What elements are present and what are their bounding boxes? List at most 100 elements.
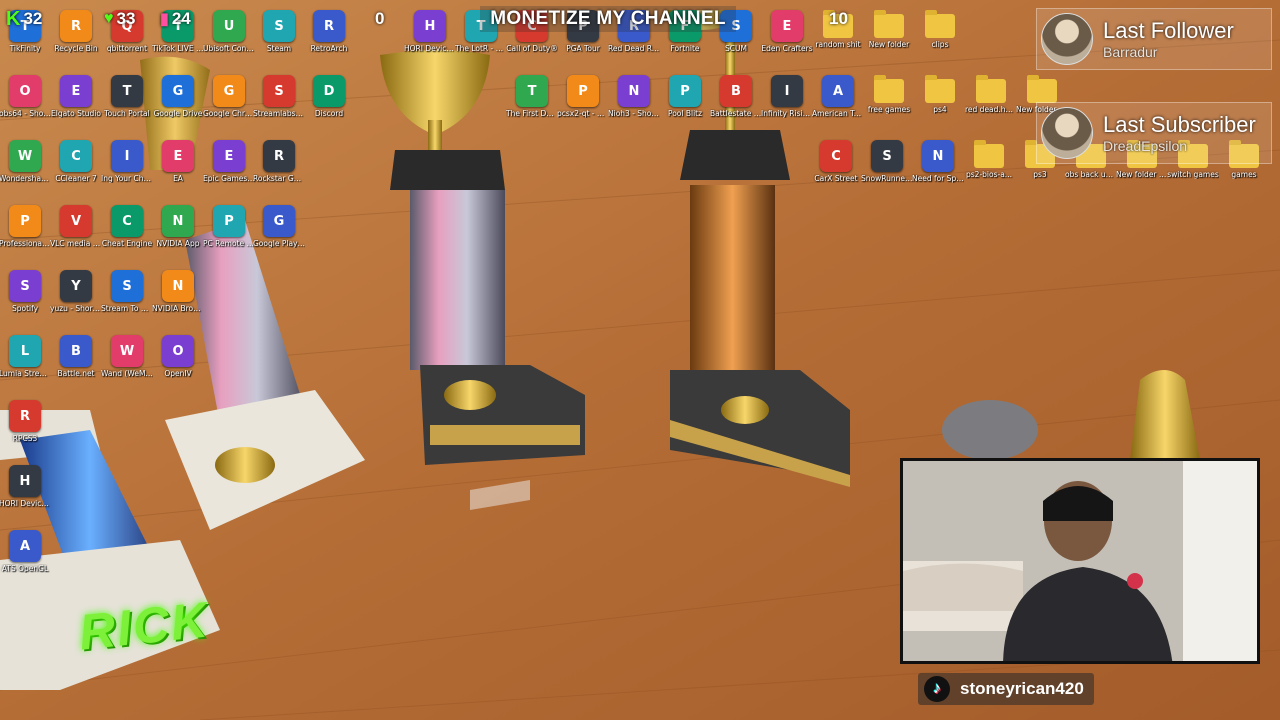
desktop-icon-label: Infinity Rising Launcher (761, 109, 813, 118)
desktop-icon-carx-street[interactable]: C CarX Street (810, 140, 862, 183)
desktop-icon-label: HORI Device Manager (0, 499, 51, 508)
desktop-icon-nvidia-broadcast[interactable]: N NVIDIA Broadcast (152, 270, 204, 313)
discord-icon: D (313, 75, 345, 107)
eden-crafters-icon: E (771, 10, 803, 42)
desktop-icon-ubisoft-connect[interactable]: U Ubisoft Connect (203, 10, 255, 53)
desktop-icon-steam[interactable]: S Steam (253, 10, 305, 53)
desktop-icon-label: Discord (314, 109, 344, 118)
desktop-icon-google-chrome[interactable]: G Google Chrome (203, 75, 255, 118)
desktop-icon-label: Epic Games Launcher (203, 174, 255, 183)
lumia-stream-icon: L (9, 335, 41, 367)
pcsx2-qt-shortcut-icon: P (567, 75, 599, 107)
desktop-icon-label: Need for Speed™ ... (912, 174, 964, 183)
desktop-icon-google-play-games[interactable]: G Google Play Games (253, 205, 305, 248)
desktop-icon-label: SCUM (725, 44, 747, 53)
kick-followers-stat: K 32 (6, 6, 42, 32)
desktop-icon-battlestate-games-l[interactable]: B Battlestate Games L... (710, 75, 762, 118)
desktop-icon-hori-device-manager[interactable]: H HORI Device Manager (0, 465, 51, 508)
retroarch-icon: R (313, 10, 345, 42)
desktop-icon-cheat-engine[interactable]: C Cheat Engine (101, 205, 153, 248)
battle-net-icon: B (60, 335, 92, 367)
webcam-feed (900, 458, 1260, 664)
desktop-icon-label: ps4 (933, 105, 947, 114)
desktop-icon-spotify[interactable]: S Spotify (0, 270, 51, 313)
desktop-icon-ing-your-chrome[interactable]: I Ing Your Chrome (101, 140, 153, 183)
streamlabs-desktop-icon: S (263, 75, 295, 107)
desktop-icon-recycle-bin[interactable]: R Recycle Bin (50, 10, 102, 53)
desktop-icon-label: Google Chrome (203, 109, 255, 118)
folder-icon (976, 75, 1006, 103)
bars-icon: ▮ (160, 11, 169, 28)
desktop-icon-ats-opengl[interactable]: A ATS OpenGL (0, 530, 51, 573)
desktop-icon-streamlabs-desktop[interactable]: S Streamlabs Desktop (253, 75, 305, 118)
last-subscriber-name: DreadEpsilon (1103, 138, 1188, 154)
desktop-icon-pc-remote-receiver[interactable]: P PC Remote Receiver (203, 205, 255, 248)
desktop-icon-lumia-stream[interactable]: L Lumia Stream (0, 335, 51, 378)
bars-count: 24 (171, 9, 191, 28)
desktop-icon-ps4[interactable]: ps4 (914, 75, 966, 114)
desktop-icon-label: Lumia Stream (0, 369, 51, 378)
desktop-icon-discord[interactable]: D Discord (303, 75, 355, 118)
desktop-icon-professional-fishing-2-1[interactable]: P Professional Fishing 2 (1) (0, 205, 51, 248)
desktop-icon-clips[interactable]: clips (914, 10, 966, 49)
tiktok-handle-badge: ♪ stoneyrican420 (918, 673, 1094, 705)
desktop-icon-label: Recycle Bin (54, 44, 98, 53)
vlc-media-player-icon: V (60, 205, 92, 237)
desktop-icon-label: qbittorrent (106, 44, 148, 53)
folder-icon (925, 10, 955, 38)
desktop-icon-yuzu-shortcut[interactable]: Yyuzu - Shortcut (50, 270, 102, 313)
desktop-icon-the-first-descendant[interactable]: T The First Descendant (506, 75, 558, 118)
desktop-icon-battle-net[interactable]: B Battle.net (50, 335, 102, 378)
right-counter-value: 10 (829, 9, 848, 28)
kick-count: 32 (23, 9, 43, 28)
last-subscriber-label: Last Subscriber (1103, 112, 1256, 137)
desktop-icon-wand-wemod[interactable]: W Wand (WeMod) (101, 335, 153, 378)
desktop-icon-touch-portal[interactable]: T Touch Portal (101, 75, 153, 118)
follower-avatar (1041, 13, 1093, 65)
desktop-icon-epic-games-launcher[interactable]: E Epic Games Launcher (203, 140, 255, 183)
professional-fishing-2-1-icon: P (9, 205, 41, 237)
desktop-icon-label: Streamlabs Desktop (253, 109, 305, 118)
desktop-icon-red-dead-hack[interactable]: red dead.hack (965, 75, 1017, 114)
desktop-icon-label: CarX Street (814, 174, 858, 183)
desktop-icon-retroarch[interactable]: R RetroArch (303, 10, 355, 53)
desktop-icon-snowrunner-windows10[interactable]: S SnowRunner Windows10 (861, 140, 913, 183)
desktop-icon-stream-to-earn[interactable]: S Stream To Earn (101, 270, 153, 313)
desktop-icon-nvidia-app[interactable]: N NVIDIA App (152, 205, 204, 248)
desktop-icon-label: obs back up folder (1065, 170, 1117, 179)
rpcs3-icon: R (9, 400, 41, 432)
desktop-icon-label: EA (173, 174, 183, 183)
desktop-icon-free-games[interactable]: free games (863, 75, 915, 114)
desktop-icon-need-for-speed[interactable]: N Need for Speed™ ... (912, 140, 964, 183)
desktop-icon-vlc-media-player[interactable]: V VLC media player (50, 205, 102, 248)
desktop-icon-label: HORI Device Manager (404, 44, 456, 53)
carx-street-icon: C (820, 140, 852, 172)
steam-icon: S (263, 10, 295, 42)
desktop-icon-google-drive[interactable]: G Google Drive (152, 75, 204, 118)
desktop-icon-rpcs3[interactable]: R RPCS3 (0, 400, 51, 443)
desktop-icon-pcsx2-qt-shortcut[interactable]: Ppcsx2-qt - Shortcut (557, 75, 609, 118)
desktop-icon-infinity-rising-launcher[interactable]: I Infinity Rising Launcher (761, 75, 813, 118)
nvidia-broadcast-icon: N (162, 270, 194, 302)
desktop-icon-ccleaner-7[interactable]: C CCleaner 7 (50, 140, 102, 183)
desktop-icon-pool-blitz[interactable]: P Pool Blitz (659, 75, 711, 118)
desktop-icon-hori-device-manager[interactable]: H HORI Device Manager (404, 10, 456, 53)
desktop-icon-eden-crafters[interactable]: E Eden Crafters (761, 10, 813, 53)
desktop-icon-openiv[interactable]: O OpenIV (152, 335, 204, 378)
desktop-icon-elgato-studio[interactable]: E Elgato Studio (50, 75, 102, 118)
last-follower-label: Last Follower (1103, 18, 1234, 43)
desktop-icon-wondershare-mirrorgo[interactable]: W Wondershare MirrorGo (0, 140, 51, 183)
epic-games-launcher-icon: E (213, 140, 245, 172)
desktop-icon-american-truck-si[interactable]: A American Truck Si... (812, 75, 864, 118)
desktop-icon-rockstar-games[interactable]: R Rockstar Games (253, 140, 305, 183)
desktop-icon-ea[interactable]: E EA (152, 140, 204, 183)
desktop-icon-label: random shit (815, 40, 861, 49)
last-follower-panel: Last Follower Barradur (1036, 8, 1272, 70)
desktop-icon-label: RetroArch (310, 44, 348, 53)
desktop-icon-new-folder[interactable]: New folder (863, 10, 915, 49)
desktop-icon-ps2-bios-a[interactable]: ps2-bios-a... (963, 140, 1015, 179)
desktop-icon-obs64-shortcut[interactable]: Oobs64 - Shortcut (0, 75, 51, 118)
desktop-icon-nioh3-shortcut[interactable]: N Nioh3 - Shortcut (608, 75, 660, 118)
last-follower-name: Barradur (1103, 44, 1158, 60)
monetize-banner: MONETIZE MY CHANNEL (480, 6, 736, 32)
